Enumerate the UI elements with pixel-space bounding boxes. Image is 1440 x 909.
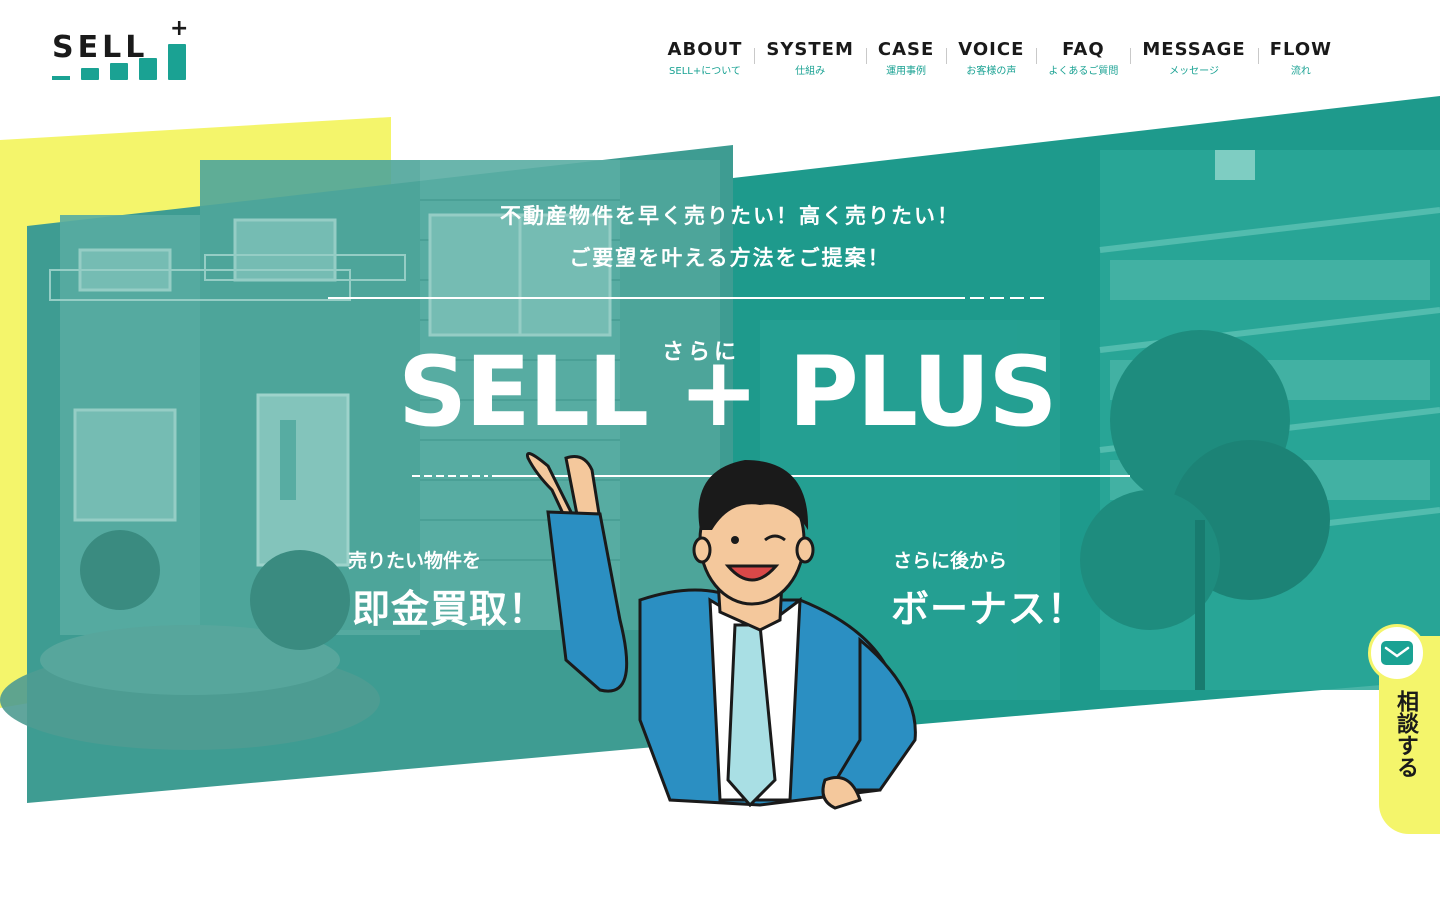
hero-left-caption: 売りたい物件を — [348, 550, 482, 572]
consult-label: 相談する — [1393, 690, 1418, 778]
hero-title: SELL + PLUS — [398, 336, 1058, 448]
hero-lead-line-2: ご要望を叶える方法をご提案！ — [569, 246, 891, 270]
hero-visual — [0, 96, 1440, 810]
hero-right-caption: さらに後から — [893, 550, 1008, 572]
hero-lead-line-1: 不動産物件を早く売りたい！高く売りたい！ — [500, 204, 960, 228]
hero-right-headline: ボーナス！ — [891, 587, 1087, 631]
hero-left-headline: 即金買取！ — [352, 587, 548, 631]
mail-icon — [1381, 641, 1413, 665]
